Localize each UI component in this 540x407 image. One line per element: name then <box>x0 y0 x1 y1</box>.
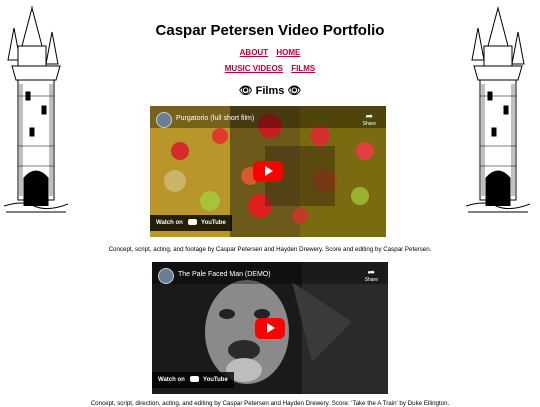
video-title[interactable]: The Pale Faced Man (DEMO) <box>178 271 271 278</box>
section-heading: 👁 Films 👁 <box>0 84 540 97</box>
eye-icon: 👁 <box>238 85 253 97</box>
video-caption: Concept, script, direction, acting, and … <box>90 400 450 407</box>
share-button[interactable]: ➦ Share <box>365 267 378 284</box>
nav-row-secondary: MUSIC VIDEOS FILMS <box>0 64 540 73</box>
youtube-logo-icon <box>190 376 200 383</box>
eye-icon: 👁 <box>287 85 302 97</box>
share-icon: ➦ <box>365 111 374 121</box>
youtube-logo-icon <box>188 219 198 226</box>
video-caption: Concept, script, acting, and footage by … <box>108 246 432 253</box>
play-button[interactable] <box>255 318 285 339</box>
nav-link-about[interactable]: ABOUT <box>240 48 268 57</box>
watch-on-youtube-button[interactable]: Watch on YouTube <box>150 215 232 231</box>
nav-row-primary: ABOUT HOME <box>0 48 540 57</box>
watch-on-youtube-button[interactable]: Watch on YouTube <box>152 372 234 388</box>
section-title: Films <box>255 85 285 97</box>
nav-link-films[interactable]: FILMS <box>291 64 315 73</box>
nav-link-music-videos[interactable]: MUSIC VIDEOS <box>225 64 283 73</box>
channel-avatar[interactable] <box>156 112 172 128</box>
channel-avatar[interactable] <box>158 268 174 284</box>
nav-link-home[interactable]: HOME <box>276 48 300 57</box>
video-title[interactable]: Purgatorio (full short film) <box>176 115 254 122</box>
play-button[interactable] <box>253 161 283 182</box>
video-embed-purgatorio[interactable]: Purgatorio (full short film) ➦ Share Wat… <box>150 106 386 237</box>
video-embed-pale-faced-man[interactable]: The Pale Faced Man (DEMO) ➦ Share Watch … <box>152 262 388 394</box>
share-icon: ➦ <box>367 267 376 277</box>
share-button[interactable]: ➦ Share <box>363 111 376 128</box>
page-title: Caspar Petersen Video Portfolio <box>155 22 385 39</box>
